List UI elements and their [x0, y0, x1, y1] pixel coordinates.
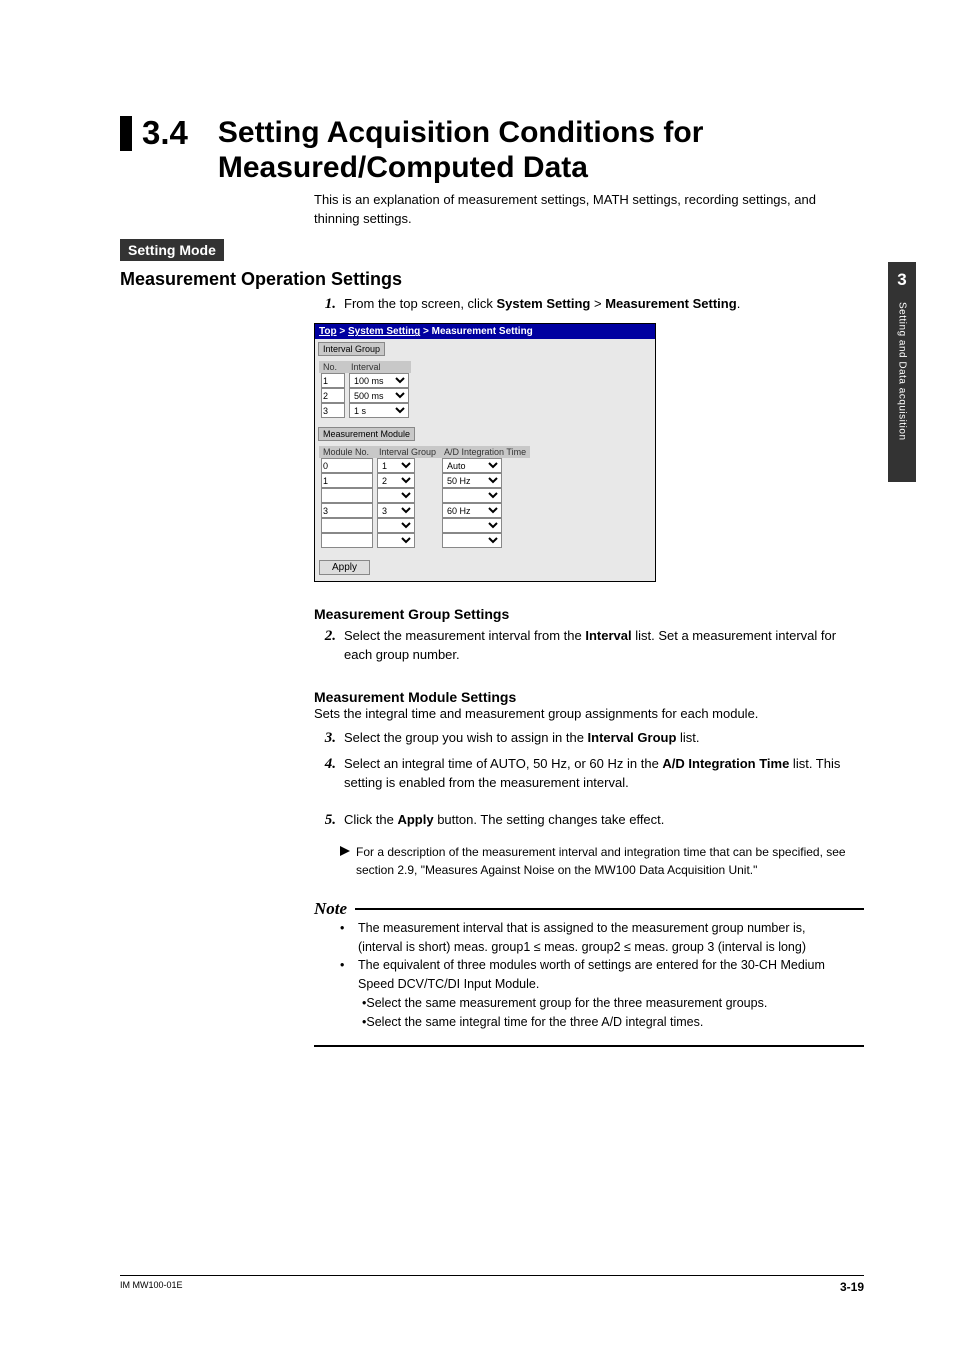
table-row: 1 s: [319, 403, 411, 418]
note-rule-line: [355, 908, 864, 910]
table-row: 500 ms: [319, 388, 411, 403]
interval-group-select[interactable]: 3: [377, 503, 415, 518]
ad-integration-select[interactable]: [442, 488, 502, 503]
measurement-module-table: Module No. Interval Group A/D Integratio…: [319, 446, 530, 548]
table-row: 1 Auto: [319, 458, 530, 473]
step-text: Click the Apply button. The setting chan…: [344, 811, 664, 830]
apply-button[interactable]: Apply: [319, 560, 370, 575]
module-no-field[interactable]: [321, 458, 373, 473]
chapter-number: 3: [888, 262, 916, 290]
step-text: From the top screen, click System Settin…: [344, 295, 740, 314]
ad-integration-select[interactable]: Auto: [442, 458, 502, 473]
cross-reference-text: For a description of the measurement int…: [356, 844, 864, 879]
no-field[interactable]: [321, 373, 345, 388]
interval-group-table: No. Interval 100 ms 500 ms 1 s: [319, 361, 411, 418]
step-text: Select the group you wish to assign in t…: [344, 729, 700, 748]
interval-select[interactable]: 500 ms: [349, 388, 409, 403]
page-footer: IM MW100-01E 3-19: [120, 1275, 864, 1294]
interval-group-select[interactable]: 1: [377, 458, 415, 473]
settings-screenshot: Top > System Setting > Measurement Setti…: [314, 323, 656, 582]
col-module-no: Module No.: [319, 446, 375, 458]
interval-group-select[interactable]: [377, 488, 415, 503]
step-text: Select an integral time of AUTO, 50 Hz, …: [344, 755, 864, 793]
module-no-field[interactable]: [321, 488, 373, 503]
step-number: 5.: [314, 810, 336, 832]
step-5: 5. Click the Apply button. The setting c…: [314, 810, 864, 832]
table-row: [319, 488, 530, 503]
col-interval-group: Interval Group: [375, 446, 440, 458]
section-title: Setting Acquisition Conditions for Measu…: [218, 116, 864, 185]
interval-group-select[interactable]: [377, 533, 415, 548]
note-bottom-rule: [314, 1045, 864, 1047]
interval-group-select[interactable]: [377, 518, 415, 533]
ad-integration-select[interactable]: 50 Hz: [442, 473, 502, 488]
step-1: 1. From the top screen, click System Set…: [314, 294, 864, 316]
measurement-operation-heading: Measurement Operation Settings: [120, 269, 864, 290]
interval-select[interactable]: 100 ms: [349, 373, 409, 388]
module-no-field[interactable]: [321, 518, 373, 533]
interval-group-panel-header: Interval Group: [318, 342, 385, 356]
interval-group-select[interactable]: 2: [377, 473, 415, 488]
table-row: 2 50 Hz: [319, 473, 530, 488]
no-field[interactable]: [321, 388, 345, 403]
setting-mode-badge: Setting Mode: [120, 239, 224, 261]
list-item: • The measurement interval that is assig…: [340, 919, 864, 957]
step-number: 3.: [314, 728, 336, 750]
col-ad-integration: A/D Integration Time: [440, 446, 530, 458]
chapter-label: Setting and Data acquisition: [897, 302, 908, 441]
table-row: 100 ms: [319, 373, 411, 388]
module-settings-desc: Sets the integral time and measurement g…: [314, 705, 864, 724]
table-row: 3 60 Hz: [319, 503, 530, 518]
interval-select[interactable]: 1 s: [349, 403, 409, 418]
col-interval: Interval: [347, 361, 411, 373]
breadcrumb: Top > System Setting > Measurement Setti…: [315, 324, 655, 339]
col-no: No.: [319, 361, 347, 373]
module-no-field[interactable]: [321, 473, 373, 488]
note-heading: Note: [314, 899, 864, 919]
module-no-field[interactable]: [321, 533, 373, 548]
step-2: 2. Select the measurement interval from …: [314, 626, 864, 665]
ad-integration-select[interactable]: [442, 518, 502, 533]
ad-integration-select[interactable]: 60 Hz: [442, 503, 502, 518]
no-field[interactable]: [321, 403, 345, 418]
step-text: Select the measurement interval from the…: [344, 627, 864, 665]
list-item: • Select the same integral time for the …: [362, 1013, 864, 1032]
triangle-bullet-icon: [340, 846, 350, 856]
step-number: 4.: [314, 754, 336, 776]
list-item: • Select the same measurement group for …: [362, 994, 864, 1013]
chapter-side-tab: 3 Setting and Data acquisition: [888, 262, 916, 482]
step-4: 4. Select an integral time of AUTO, 50 H…: [314, 754, 864, 793]
table-row: [319, 533, 530, 548]
page-heading: 3.4 Setting Acquisition Conditions for M…: [120, 116, 864, 185]
intro-paragraph: This is an explanation of measurement se…: [314, 191, 864, 229]
footer-doc-id: IM MW100-01E: [120, 1280, 183, 1294]
note-body: • The measurement interval that is assig…: [340, 919, 864, 1042]
step-3: 3. Select the group you wish to assign i…: [314, 728, 864, 750]
step-number: 1.: [314, 294, 336, 316]
measurement-module-settings-heading: Measurement Module Settings: [314, 689, 864, 705]
measurement-module-panel-header: Measurement Module: [318, 427, 415, 441]
footer-page-number: 3-19: [840, 1280, 864, 1294]
measurement-group-settings-heading: Measurement Group Settings: [314, 606, 864, 622]
cross-reference-note: For a description of the measurement int…: [340, 844, 864, 879]
list-item: • The equivalent of three modules worth …: [340, 956, 864, 994]
section-number: 3.4: [120, 116, 188, 151]
module-no-field[interactable]: [321, 503, 373, 518]
table-row: [319, 518, 530, 533]
step-number: 2.: [314, 626, 336, 648]
ad-integration-select[interactable]: [442, 533, 502, 548]
